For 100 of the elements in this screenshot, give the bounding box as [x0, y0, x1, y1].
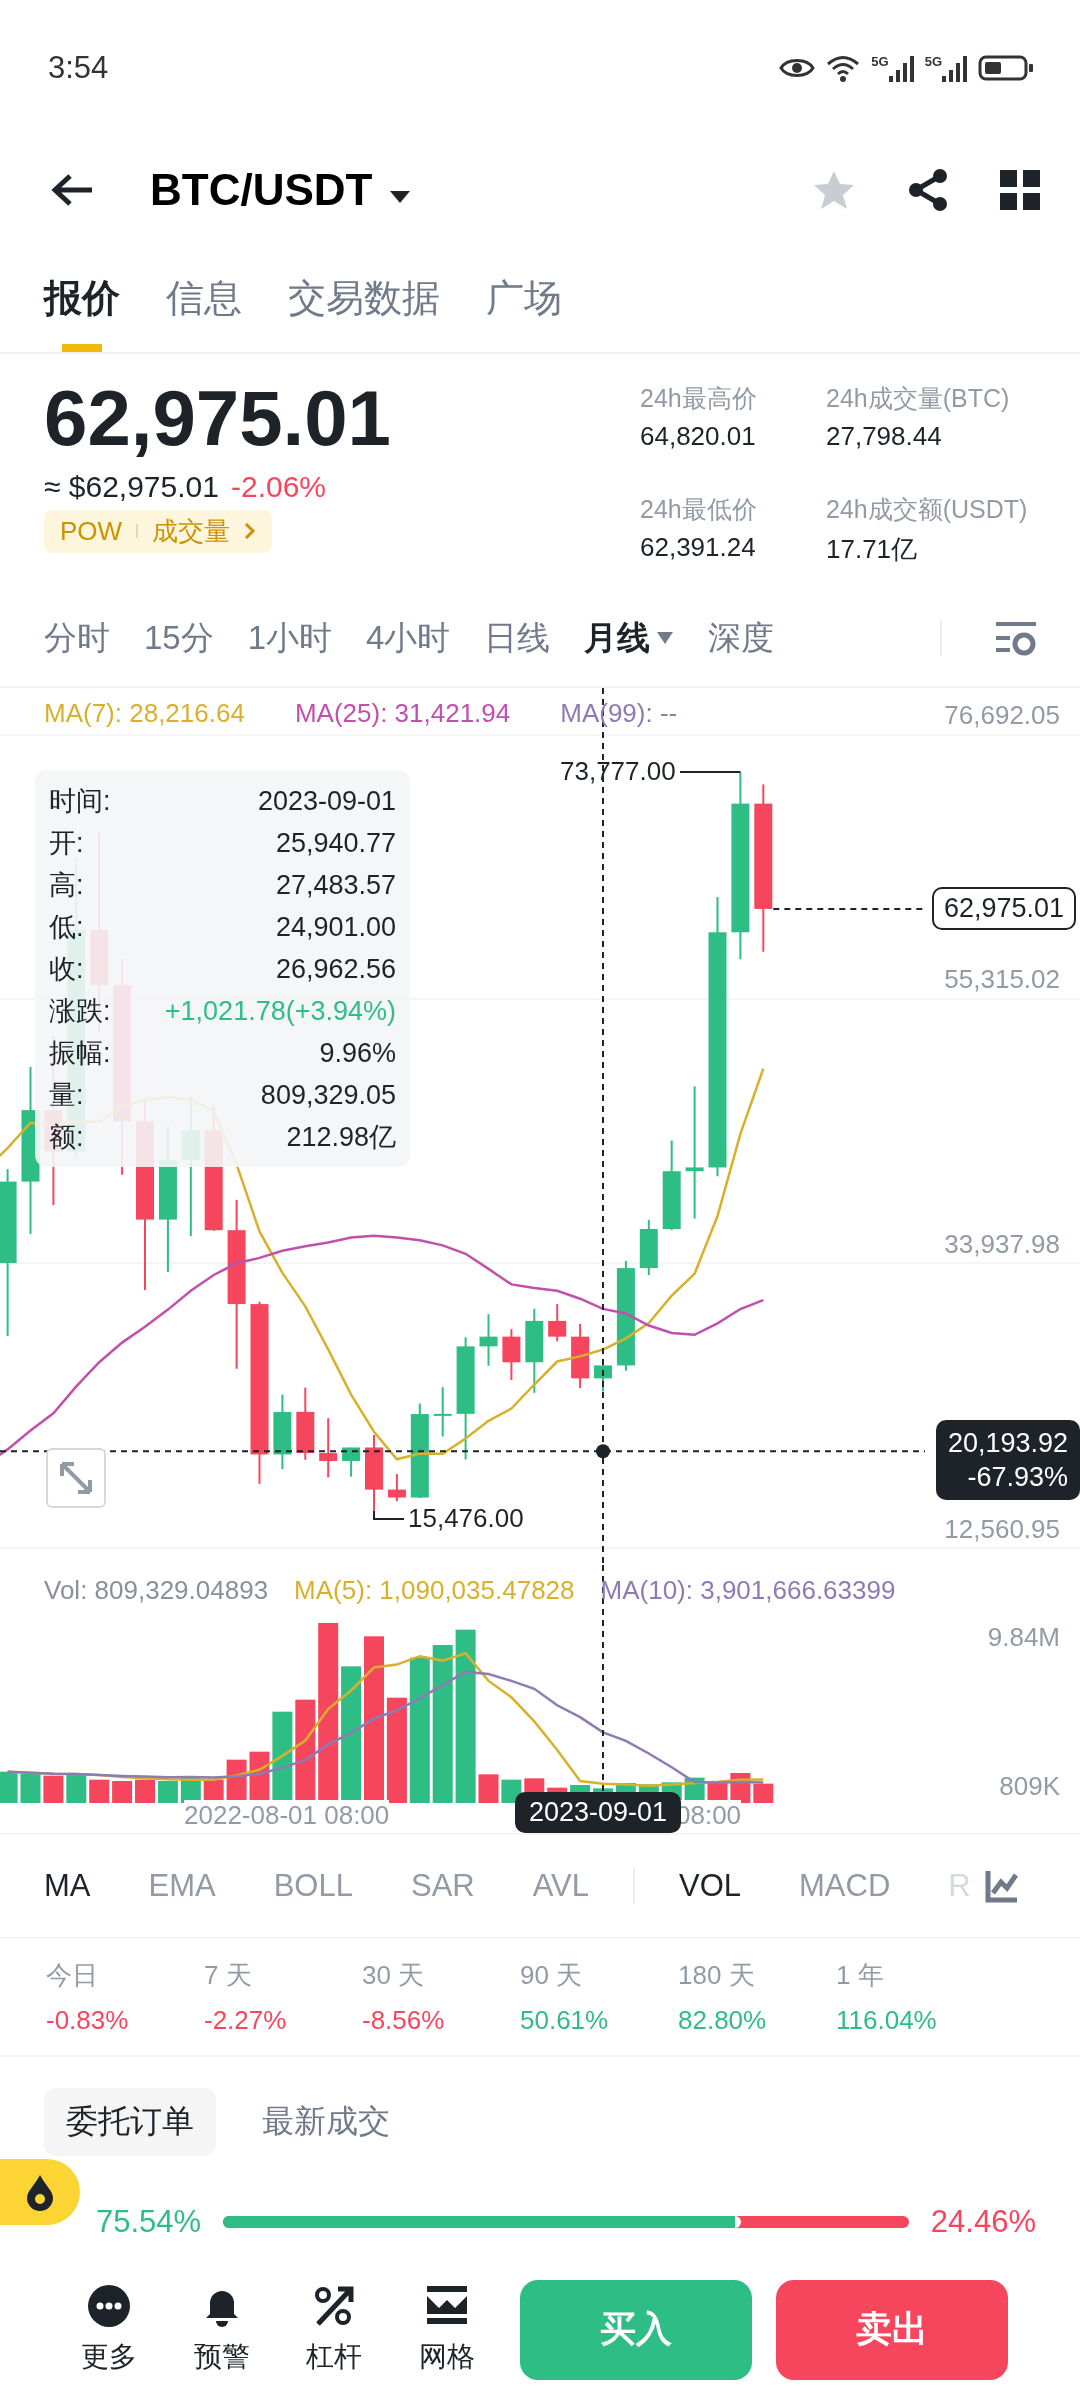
volume-bar [66, 1775, 87, 1803]
tooltip-label: 涨跌: [49, 995, 111, 1028]
nav-item[interactable]: 预警 [182, 2283, 261, 2376]
candlestick [548, 1303, 567, 1343]
period-label: 1 年 [836, 1959, 885, 1992]
tooltip-value: 27,483.57 [275, 869, 396, 902]
stat-label: 24h成交量(BTC) [826, 383, 1011, 414]
period-change: 116.04% [836, 2005, 938, 2036]
candlestick [342, 1446, 361, 1478]
crosshair-time-tag: 2023-09-01 [515, 1792, 682, 1833]
order-tab[interactable]: 最新成交 [240, 2088, 412, 2156]
axis-label: 76,692.05 [944, 700, 1060, 731]
tooltip-label: 量: [49, 1079, 84, 1112]
candlestick [571, 1322, 590, 1390]
tooltip-value: 2023-09-01 [257, 785, 396, 818]
page-tab[interactable]: 交易数据 [288, 244, 440, 352]
fullscreen-button[interactable] [46, 1448, 106, 1508]
volume-bar [753, 1783, 774, 1803]
indicator-tab[interactable]: MACD [799, 1868, 891, 1904]
caret-down-icon [388, 189, 413, 205]
indicator-tab[interactable]: EMA [148, 1868, 216, 1904]
signal-icon [888, 54, 915, 82]
candlestick [319, 1417, 338, 1479]
page-tab[interactable]: 信息 [166, 244, 242, 352]
volume-bar [43, 1775, 64, 1803]
grid-icon[interactable] [1000, 170, 1040, 210]
pair-selector[interactable]: BTC/USDT [144, 164, 419, 216]
interval-tab[interactable]: 月线 [584, 615, 675, 661]
candlestick [502, 1328, 521, 1381]
indicator-tab[interactable]: SAR [410, 1868, 475, 1904]
indicator-tab[interactable]: MA [44, 1868, 91, 1904]
tag-label: POW [60, 515, 123, 547]
buy-button[interactable]: 买入 [520, 2279, 752, 2380]
stat-value: 64,820.01 [640, 421, 757, 452]
nav-item[interactable]: 杠杆 [295, 2283, 374, 2376]
volume-bar [135, 1779, 155, 1803]
network-type: 5G [871, 54, 889, 69]
tag-bar[interactable]: POW 成交量 [44, 509, 273, 553]
tag-label: 成交量 [152, 514, 231, 548]
expand-icon [58, 1460, 94, 1496]
tooltip-label: 振幅: [49, 1037, 111, 1070]
interval-tab[interactable]: 深度 [708, 615, 775, 661]
battery-icon [978, 54, 1034, 82]
interval-tab[interactable]: 4小时 [366, 615, 451, 661]
eye-icon [779, 56, 816, 80]
period-label: 今日 [46, 1959, 99, 1992]
tooltip-value: 26,962.56 [275, 953, 396, 986]
candlestick [433, 1386, 452, 1438]
floating-button[interactable] [0, 2159, 80, 2225]
volume-value: MA(10): 3,901,666.63399 [600, 1575, 896, 1606]
tooltip-value: 9.96% [319, 1037, 396, 1070]
crosshair-dot [596, 1444, 610, 1459]
axis-label: 9.84M [987, 1622, 1060, 1653]
leader-line [373, 1510, 405, 1521]
period-change: -2.27% [204, 2005, 288, 2036]
leader-line [679, 770, 742, 773]
period-label: 90 天 [520, 1959, 584, 1992]
candlestick [387, 1473, 406, 1503]
volume-bar [501, 1779, 522, 1803]
tooltip-label: 额: [49, 1121, 84, 1154]
period-change: -0.83% [46, 2005, 130, 2036]
tooltip-label: 开: [49, 827, 84, 860]
back-arrow-icon[interactable] [50, 172, 94, 208]
tooltip-label: 低: [49, 911, 84, 944]
page-tab[interactable]: 广场 [486, 244, 562, 352]
interval-tab[interactable]: 1小时 [247, 615, 333, 661]
period-label: 7 天 [204, 1959, 253, 1992]
period-change: 50.61% [520, 2005, 610, 2036]
last-price-tag: 62,975.01 [931, 887, 1076, 930]
tooltip-value: 25,940.77 [275, 827, 396, 860]
fiat-price: ≈ $62,975.01 [44, 469, 219, 504]
indicator-settings-icon[interactable] [984, 1869, 1019, 1903]
nav-item[interactable]: 更多 [70, 2283, 149, 2376]
period-change: -8.56% [362, 2005, 446, 2036]
stat-value: 62,391.24 [640, 532, 757, 563]
indicator-tab[interactable]: VOL [679, 1868, 742, 1904]
order-tab[interactable]: 委托订单 [44, 2088, 216, 2156]
indicator-tab[interactable]: BOLL [273, 1868, 353, 1904]
interval-tab[interactable]: 日线 [484, 615, 551, 661]
share-icon[interactable] [908, 169, 948, 211]
star-icon[interactable] [812, 169, 856, 211]
period-label: 30 天 [362, 1959, 426, 1992]
tooltip-label: 高: [49, 869, 84, 902]
sell-button[interactable]: 卖出 [776, 2279, 1008, 2380]
page-tab[interactable]: 报价 [44, 244, 120, 352]
nav-item[interactable]: 网格 [407, 2283, 486, 2376]
volume-bar [89, 1779, 110, 1803]
axis-label: 33,937.98 [944, 1229, 1060, 1260]
indicator-tab[interactable]: AVL [532, 1868, 589, 1904]
last-price: 62,975.01 [44, 376, 392, 462]
axis-label: 12,560.95 [944, 1514, 1060, 1545]
interval-tab[interactable]: 分时 [44, 615, 110, 661]
chart-settings-icon[interactable] [996, 620, 1036, 656]
tooltip-value: 212.98亿 [286, 1121, 396, 1154]
ma-value: MA(99): -- [560, 698, 678, 729]
volume-bar [478, 1774, 499, 1803]
signal-icon [942, 54, 968, 82]
network-type: 5G [924, 54, 942, 69]
status-time: 3:54 [48, 50, 109, 86]
interval-tab[interactable]: 15分 [144, 615, 214, 661]
